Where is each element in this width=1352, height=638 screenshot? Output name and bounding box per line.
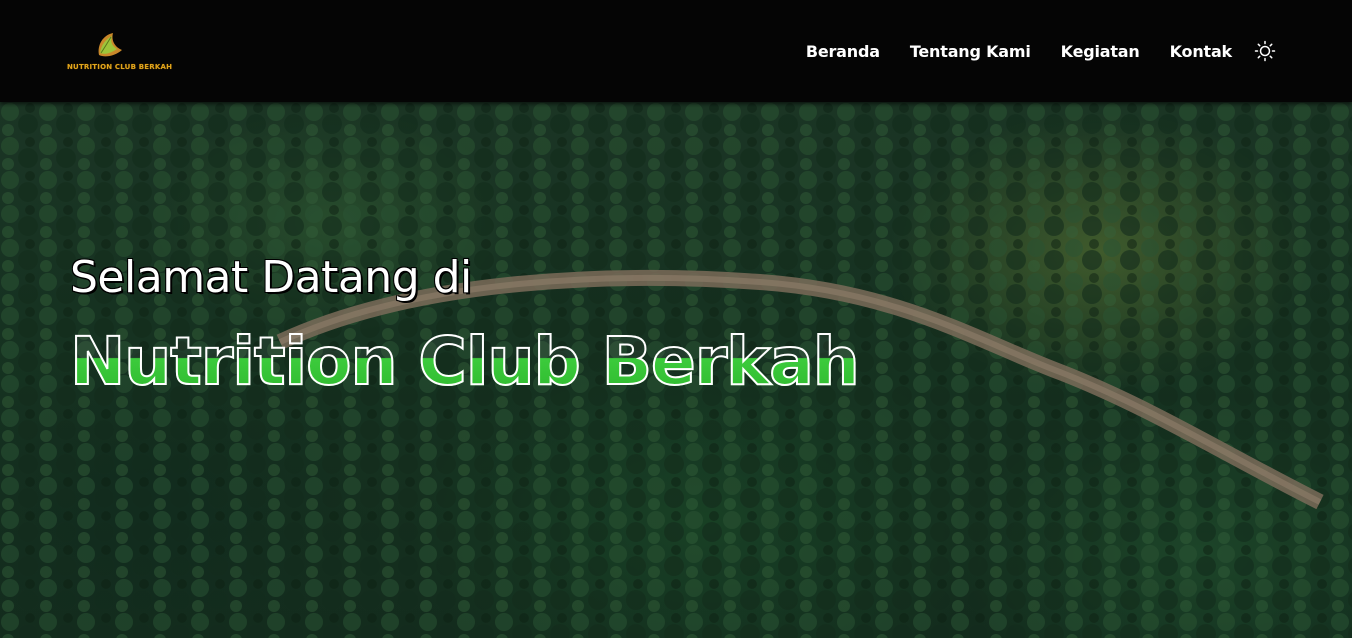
nav-link-beranda[interactable]: Beranda bbox=[806, 42, 880, 61]
navbar: NUTRITION CLUB BERKAH Beranda Tentang Ka… bbox=[0, 0, 1352, 102]
hero-content: Selamat Datang di Nutrition Club Berkah bbox=[69, 252, 861, 401]
sun-icon bbox=[1254, 40, 1276, 62]
nav-link-kegiatan[interactable]: Kegiatan bbox=[1061, 42, 1140, 61]
nav-link-kontak[interactable]: Kontak bbox=[1170, 42, 1233, 61]
hero-subtitle: Selamat Datang di bbox=[70, 252, 472, 303]
hero-title: Nutrition Club Berkah bbox=[69, 322, 861, 401]
theme-toggle-button[interactable] bbox=[1254, 40, 1276, 62]
logo[interactable]: NUTRITION CLUB BERKAH bbox=[67, 31, 173, 71]
nav-link-tentang-kami[interactable]: Tentang Kami bbox=[910, 42, 1031, 61]
hero-section: Selamat Datang di Nutrition Club Berkah bbox=[0, 102, 1352, 638]
main-nav: Beranda Tentang Kami Kegiatan Kontak bbox=[806, 40, 1276, 62]
leaf-logo-icon bbox=[98, 33, 122, 57]
logo-text: NUTRITION CLUB BERKAH bbox=[67, 63, 173, 71]
